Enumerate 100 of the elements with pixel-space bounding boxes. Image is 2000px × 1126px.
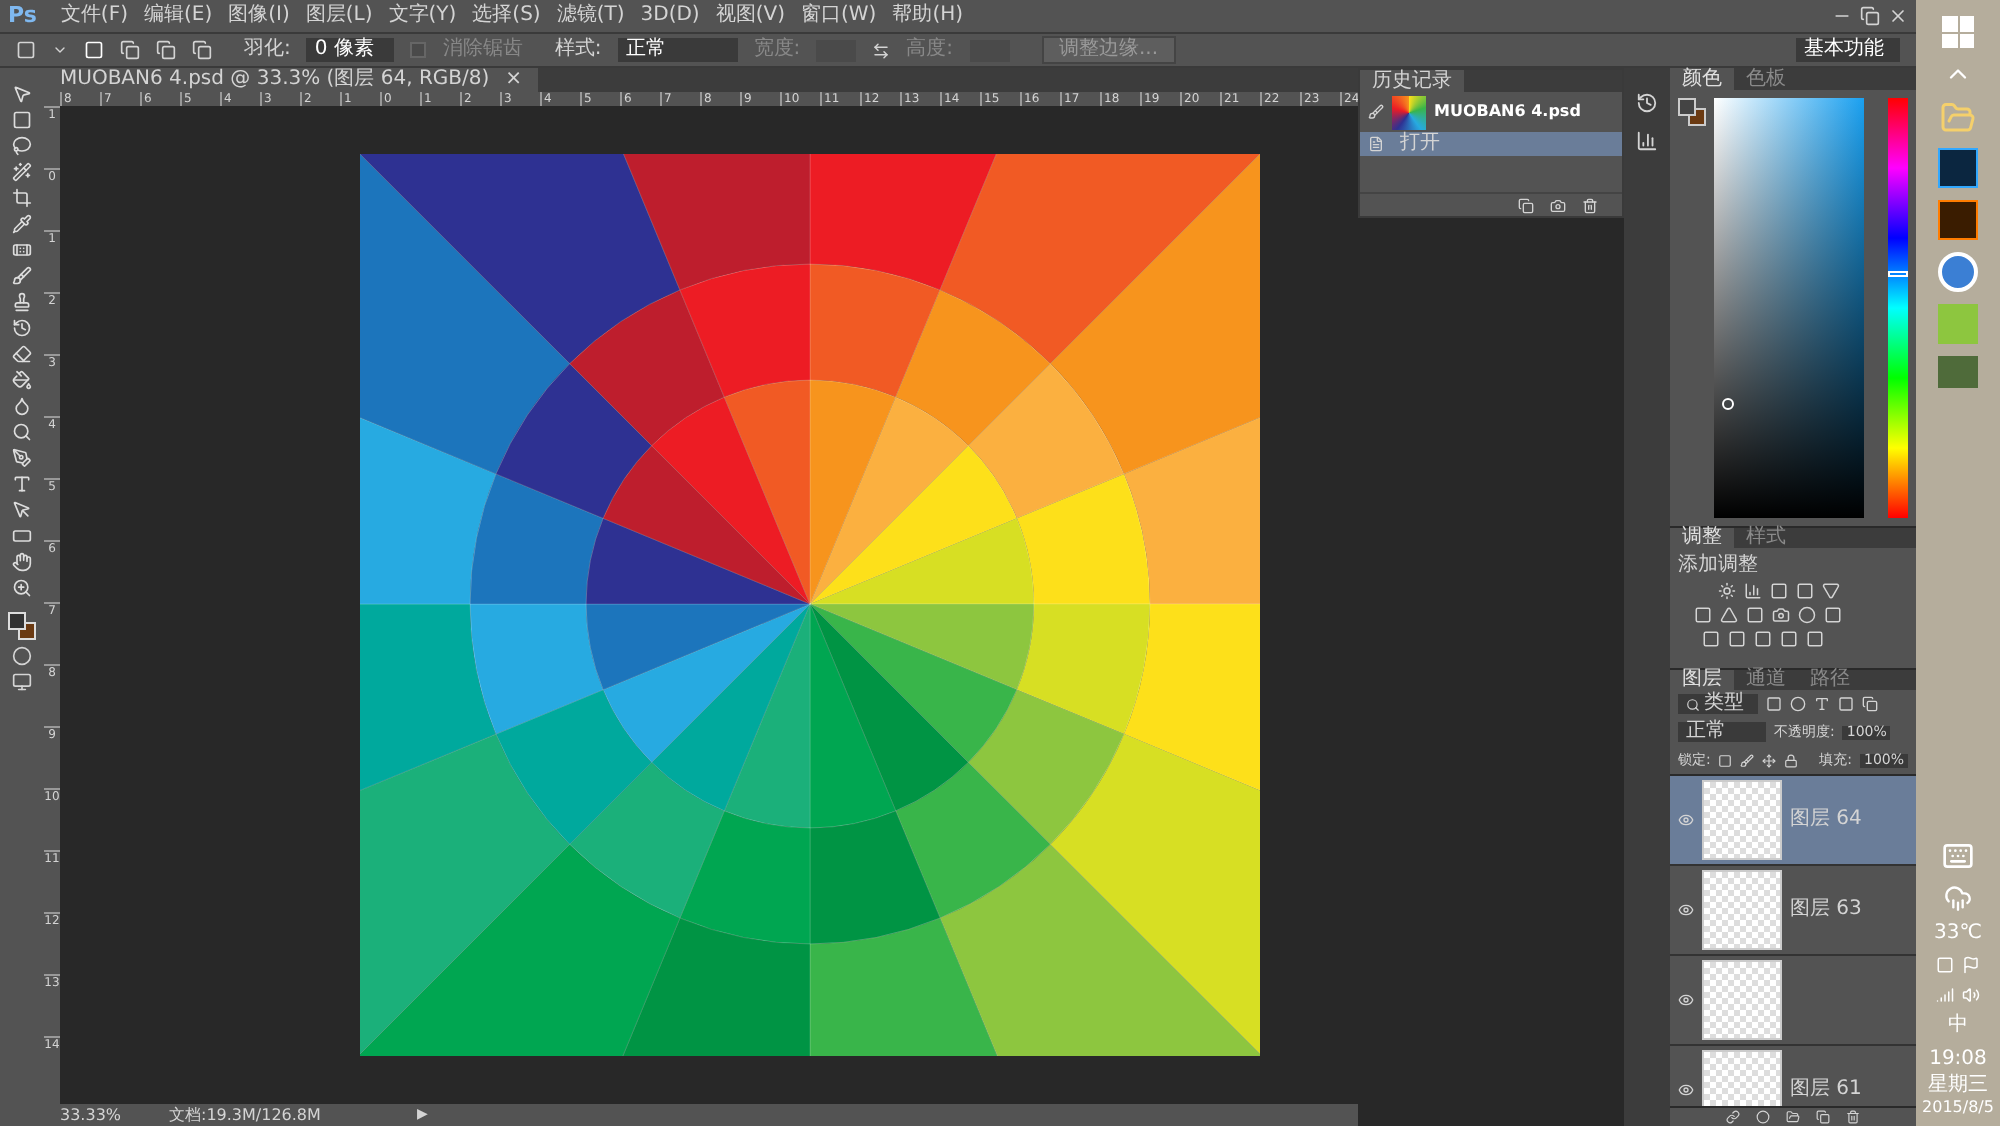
document-size: 文档:19.3M/126.8M bbox=[169, 1107, 323, 1123]
tool-icon[interactable] bbox=[12, 552, 32, 572]
layer-row[interactable]: 图层 64 bbox=[1670, 776, 1916, 866]
brightness-icon[interactable] bbox=[1718, 582, 1736, 600]
app-tile-icon[interactable] bbox=[1938, 148, 1978, 188]
style-dropdown[interactable]: 正常 bbox=[617, 38, 738, 62]
tool-icon[interactable] bbox=[12, 214, 32, 234]
tool-icon[interactable] bbox=[12, 318, 32, 338]
vibrance-icon[interactable] bbox=[1822, 582, 1840, 600]
mask-icon[interactable] bbox=[1756, 1110, 1770, 1124]
tool-icon[interactable] bbox=[12, 500, 32, 520]
weekday: 星期三 bbox=[1928, 1073, 1988, 1098]
visibility-icon[interactable] bbox=[1678, 902, 1694, 918]
tool-icon[interactable] bbox=[12, 526, 32, 546]
panel-tab[interactable]: 调整 bbox=[1670, 528, 1734, 548]
marquee-icon[interactable] bbox=[16, 40, 36, 60]
lock-icon[interactable] bbox=[1784, 753, 1799, 767]
menu-item[interactable]: 文字(Y) bbox=[388, 6, 457, 26]
menu-item[interactable]: 图层(L) bbox=[305, 6, 373, 26]
tool-icon[interactable] bbox=[12, 240, 32, 260]
trash-icon[interactable] bbox=[1582, 197, 1598, 213]
tool-icon[interactable] bbox=[12, 448, 32, 468]
tool-icon[interactable] bbox=[12, 474, 32, 494]
menu-item[interactable]: 编辑(E) bbox=[143, 6, 213, 26]
menu-item[interactable]: 选择(S) bbox=[472, 6, 541, 26]
layer-row[interactable] bbox=[1670, 956, 1916, 1046]
tool-icon[interactable] bbox=[12, 344, 32, 364]
screen-mode-icon[interactable] bbox=[12, 672, 32, 692]
menu-item[interactable]: 3D(D) bbox=[640, 6, 700, 26]
layer-filter-dropdown[interactable]: 类型 bbox=[1678, 694, 1758, 714]
search-icon bbox=[1686, 697, 1700, 711]
blend-mode-dropdown[interactable]: 正常 bbox=[1678, 722, 1766, 742]
hue-slider-thumb[interactable] bbox=[1888, 271, 1908, 278]
type-filter-icon[interactable] bbox=[1814, 696, 1830, 712]
panel-tab[interactable]: 历史记录 bbox=[1360, 70, 1464, 92]
weather-icon bbox=[1944, 884, 1972, 912]
panel-tab[interactable]: 样式 bbox=[1734, 528, 1798, 548]
layer-thumbnail bbox=[1702, 780, 1782, 860]
history-icon[interactable] bbox=[1636, 92, 1658, 114]
clock-time: 19:08 bbox=[1929, 1048, 1987, 1073]
date: 2015/8/5 bbox=[1922, 1098, 1994, 1118]
color-balance-icon[interactable] bbox=[1720, 606, 1738, 624]
history-step[interactable]: 打开 bbox=[1360, 132, 1622, 156]
color-swatches-icon[interactable] bbox=[8, 612, 36, 640]
menu-item[interactable]: 图像(I) bbox=[228, 6, 290, 26]
panel-tab[interactable]: 色板 bbox=[1734, 68, 1798, 90]
photo-filter-icon[interactable] bbox=[1772, 606, 1790, 624]
tool-icon[interactable] bbox=[12, 422, 32, 442]
menu-item[interactable]: 窗口(W) bbox=[800, 6, 877, 26]
adjustments-heading: 添加调整 bbox=[1678, 556, 1760, 576]
menu-item[interactable]: 视图(V) bbox=[715, 6, 785, 26]
swap-icon[interactable] bbox=[872, 41, 891, 59]
feather-label: 羽化: bbox=[244, 40, 291, 60]
feather-field[interactable]: 0 像素 bbox=[306, 38, 395, 62]
tool-icon[interactable] bbox=[12, 136, 32, 156]
link-icon[interactable] bbox=[1726, 1110, 1740, 1124]
panel-tab[interactable]: 通道 bbox=[1734, 670, 1798, 690]
color-field[interactable] bbox=[1714, 98, 1864, 518]
document-tab[interactable]: MUOBAN6 4.psd @ 33.3% (图层 64, RGB/8) × bbox=[44, 68, 539, 92]
properties-icon[interactable] bbox=[1636, 130, 1658, 152]
snapshot-thumbnail bbox=[1392, 95, 1426, 129]
panel-tab[interactable]: 颜色 bbox=[1670, 68, 1734, 90]
color-swatches-icon[interactable] bbox=[1678, 98, 1706, 126]
folder-icon[interactable] bbox=[1786, 1110, 1800, 1124]
app-logo[interactable]: Ps bbox=[8, 0, 37, 33]
visibility-icon[interactable] bbox=[1678, 812, 1694, 828]
close-tab-button[interactable]: × bbox=[505, 70, 523, 90]
caret-icon[interactable] bbox=[52, 42, 68, 58]
panel-tab[interactable]: 路径 bbox=[1798, 670, 1862, 690]
tool-icon[interactable] bbox=[12, 266, 32, 286]
panel-tab[interactable]: 图层 bbox=[1670, 670, 1734, 690]
workspace-dropdown[interactable]: 基本功能 bbox=[1796, 38, 1900, 62]
tool-icon[interactable] bbox=[12, 292, 32, 312]
trash-icon[interactable] bbox=[1846, 1110, 1860, 1124]
visibility-icon[interactable] bbox=[1678, 1082, 1694, 1098]
layer-row[interactable]: 图层 63 bbox=[1670, 866, 1916, 956]
tool-icon[interactable] bbox=[12, 370, 32, 390]
tool-icon[interactable] bbox=[12, 396, 32, 416]
adjustment-filter-icon[interactable] bbox=[1790, 696, 1806, 712]
menu-item[interactable]: 滤镜(T) bbox=[556, 6, 625, 26]
app-tile-icon[interactable] bbox=[1938, 304, 1978, 344]
new-selection-icon[interactable] bbox=[84, 40, 104, 60]
snapshot-name[interactable]: MUOBAN6 4.psd bbox=[1434, 100, 1581, 124]
tool-icon[interactable] bbox=[12, 578, 32, 598]
levels-icon[interactable] bbox=[1744, 582, 1762, 600]
hue-slider[interactable] bbox=[1888, 98, 1908, 518]
menu-item[interactable]: 帮助(H) bbox=[892, 6, 964, 26]
lock-position-icon[interactable] bbox=[1762, 753, 1777, 767]
camera-icon[interactable] bbox=[1550, 197, 1566, 213]
tool-icon[interactable] bbox=[12, 162, 32, 182]
channel-mixer-icon[interactable] bbox=[1798, 606, 1816, 624]
close-icon[interactable] bbox=[1888, 6, 1908, 26]
quick-mask-icon[interactable] bbox=[12, 646, 32, 666]
tool-icon[interactable] bbox=[12, 188, 32, 208]
restore-icon[interactable] bbox=[1860, 6, 1880, 26]
history-brush-icon[interactable] bbox=[1368, 104, 1384, 120]
app-tile-icon[interactable] bbox=[1938, 200, 1978, 240]
menu-item[interactable]: 文件(F) bbox=[60, 6, 128, 26]
visibility-icon[interactable] bbox=[1678, 992, 1694, 1008]
lock-pixels-icon[interactable] bbox=[1740, 753, 1755, 767]
